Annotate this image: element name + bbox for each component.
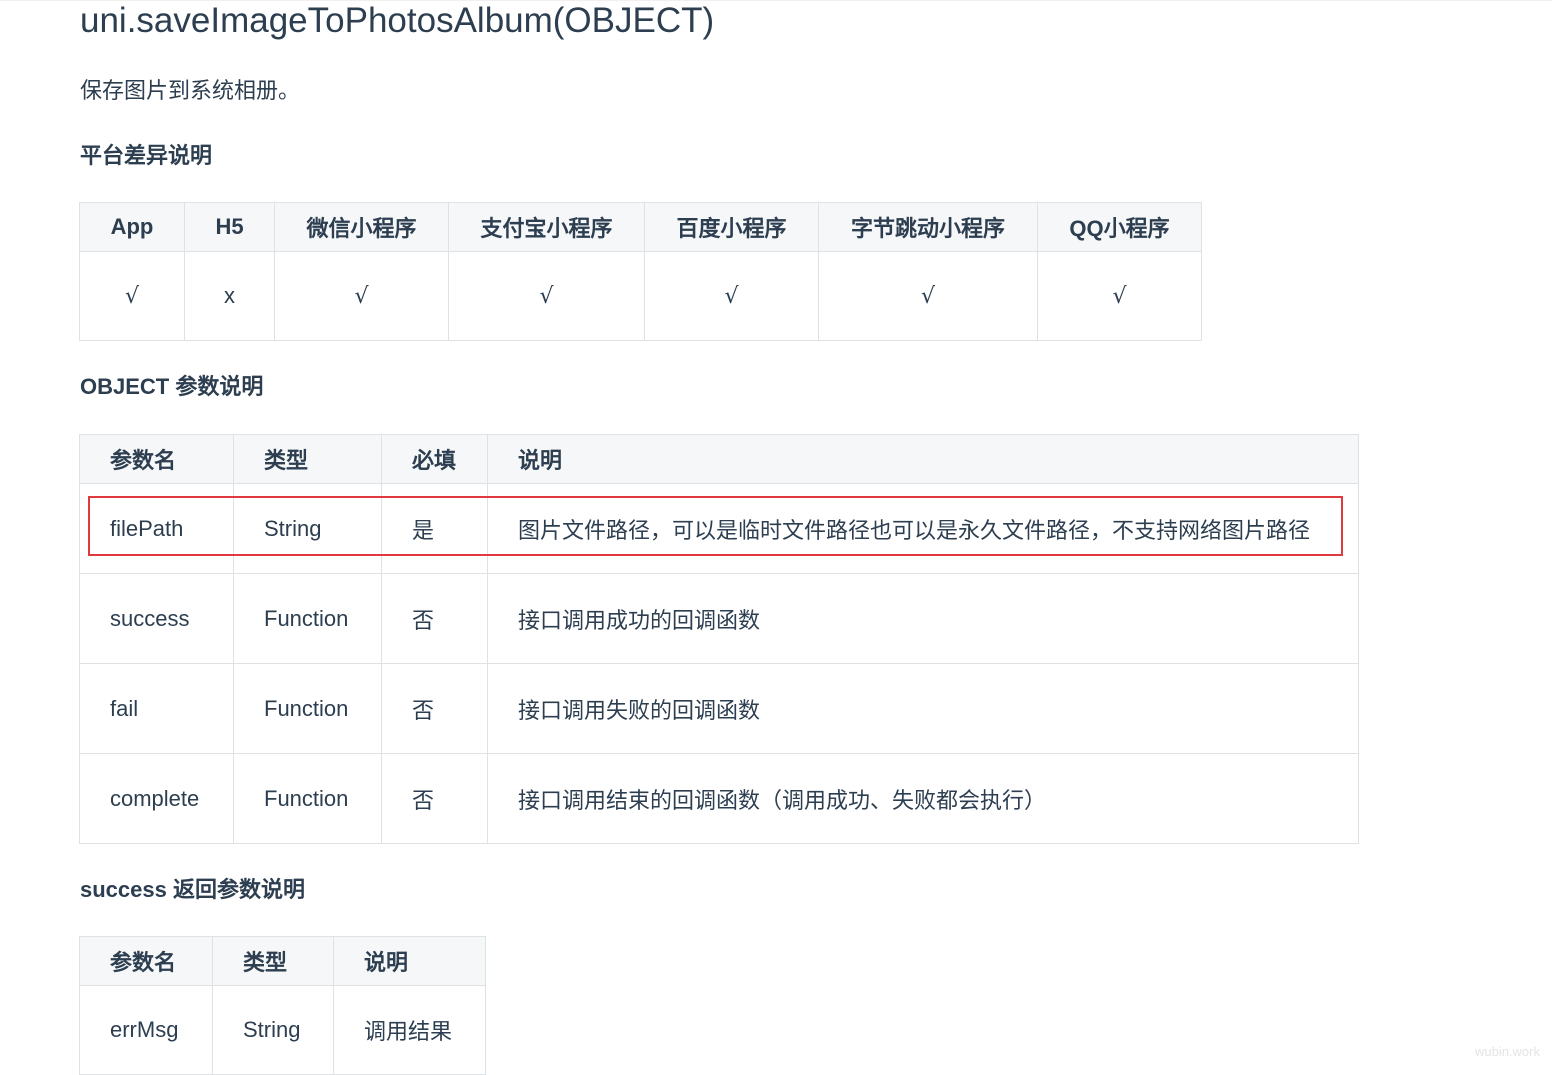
param-description: 接口调用成功的回调函数 xyxy=(487,573,1359,664)
param-required: 是 xyxy=(381,483,488,574)
param-description: 接口调用结束的回调函数（调用成功、失败都会执行） xyxy=(487,753,1359,844)
param-description: 调用结果 xyxy=(333,985,486,1075)
platform-col-baidu: 百度小程序 xyxy=(644,202,819,252)
support-alipay: √ xyxy=(448,251,645,341)
platform-col-app: App xyxy=(79,202,185,252)
param-description: 图片文件路径，可以是临时文件路径也可以是永久文件路径，不支持网络图片路径 xyxy=(487,483,1359,574)
param-name: filePath xyxy=(79,483,234,574)
table-row: errMsg String 调用结果 xyxy=(79,985,486,1075)
table-row: success Function 否 接口调用成功的回调函数 xyxy=(79,573,1359,664)
platform-heading: 平台差异说明 xyxy=(80,143,213,168)
support-h5: x xyxy=(184,251,275,341)
param-type: Function xyxy=(233,753,382,844)
page-title: uni.saveImageToPhotosAlbum(OBJECT) xyxy=(80,1,715,40)
param-type: Function xyxy=(233,663,382,754)
col-description: 说明 xyxy=(333,936,486,986)
support-qq: √ xyxy=(1037,251,1202,341)
success-params-table: 参数名 类型 说明 errMsg String 调用结果 xyxy=(79,936,486,1075)
object-params-heading: OBJECT 参数说明 xyxy=(80,374,264,399)
param-type: Function xyxy=(233,573,382,664)
params-header-row: 参数名 类型 必填 说明 xyxy=(79,434,1359,484)
api-description: 保存图片到系统相册。 xyxy=(80,78,301,103)
col-param-name: 参数名 xyxy=(79,936,213,986)
object-params-table: 参数名 类型 必填 说明 filePath String 是 图片文件路径，可以… xyxy=(79,434,1359,844)
platform-col-weixin: 微信小程序 xyxy=(274,202,449,252)
col-type: 类型 xyxy=(212,936,334,986)
support-bytedance: √ xyxy=(818,251,1038,341)
col-param-name: 参数名 xyxy=(79,434,234,484)
success-header-row: 参数名 类型 说明 xyxy=(79,936,486,986)
table-row: filePath String 是 图片文件路径，可以是临时文件路径也可以是永久… xyxy=(79,483,1359,574)
platform-col-bytedance: 字节跳动小程序 xyxy=(818,202,1038,252)
col-required: 必填 xyxy=(381,434,488,484)
table-row: complete Function 否 接口调用结束的回调函数（调用成功、失败都… xyxy=(79,753,1359,844)
param-required: 否 xyxy=(381,753,488,844)
platform-table: App H5 微信小程序 支付宝小程序 百度小程序 字节跳动小程序 QQ小程序 … xyxy=(79,202,1202,341)
col-description: 说明 xyxy=(487,434,1359,484)
param-description: 接口调用失败的回调函数 xyxy=(487,663,1359,754)
support-weixin: √ xyxy=(274,251,449,341)
param-required: 否 xyxy=(381,573,488,664)
col-type: 类型 xyxy=(233,434,382,484)
support-baidu: √ xyxy=(644,251,819,341)
param-type: String xyxy=(233,483,382,574)
param-name: success xyxy=(79,573,234,664)
platform-col-alipay: 支付宝小程序 xyxy=(448,202,645,252)
param-name: complete xyxy=(79,753,234,844)
param-name: errMsg xyxy=(79,985,213,1075)
support-app: √ xyxy=(79,251,185,341)
platform-header-row: App H5 微信小程序 支付宝小程序 百度小程序 字节跳动小程序 QQ小程序 xyxy=(79,202,1202,252)
table-row: fail Function 否 接口调用失败的回调函数 xyxy=(79,663,1359,754)
success-params-heading: success 返回参数说明 xyxy=(80,877,305,902)
platform-support-row: √ x √ √ √ √ √ xyxy=(79,251,1202,341)
platform-col-h5: H5 xyxy=(184,202,275,252)
param-required: 否 xyxy=(381,663,488,754)
param-name: fail xyxy=(79,663,234,754)
platform-col-qq: QQ小程序 xyxy=(1037,202,1202,252)
param-type: String xyxy=(212,985,334,1075)
watermark: wubin.work xyxy=(1474,1044,1540,1059)
